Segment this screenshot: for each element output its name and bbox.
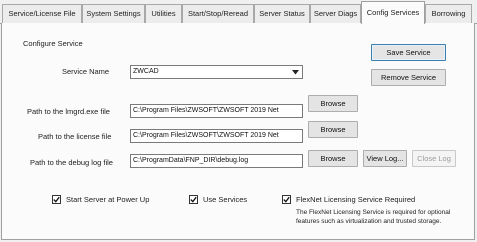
license-path-field[interactable]: C:\Program Files\ZWSOFT\ZWSOFT 2019 Net: [130, 129, 303, 143]
service-name-value: ZWCAD: [133, 68, 159, 75]
section-title: Configure Service: [23, 39, 83, 48]
flexnet-required-checkbox[interactable]: [282, 195, 291, 204]
tab-server-status[interactable]: Server Status: [254, 4, 310, 23]
config-services-panel: Configure Service Service Name ZWCAD Sav…: [1, 23, 475, 240]
tab-system-settings[interactable]: System Settings: [82, 4, 145, 23]
use-services-checkbox[interactable]: [189, 195, 198, 204]
tab-start-stop-reread[interactable]: Start/Stop/Reread: [182, 4, 254, 23]
flexnet-required-label[interactable]: FlexNet Licensing Service Required: [296, 195, 415, 204]
chevron-down-icon[interactable]: [289, 66, 302, 78]
flexnet-note: The FlexNet Licensing Service is require…: [296, 209, 451, 225]
debug-log-path-field[interactable]: C:\ProgramData\FNP_DIR\debug.log: [130, 154, 303, 168]
view-log-button[interactable]: View Log...: [363, 150, 407, 167]
lmgrd-path-field[interactable]: C:\Program Files\ZWSOFT\ZWSOFT 2019 Net: [130, 104, 303, 118]
tab-config-services[interactable]: Config Services: [361, 1, 425, 24]
service-name-label: Service Name: [62, 67, 110, 76]
tab-borrowing[interactable]: Borrowing: [425, 4, 472, 23]
use-services-label[interactable]: Use Services: [203, 195, 247, 204]
browse-debug-log-button[interactable]: Browse: [308, 150, 358, 167]
tab-server-diags[interactable]: Server Diags: [310, 4, 361, 23]
start-server-checkbox[interactable]: [52, 195, 61, 204]
start-server-label[interactable]: Start Server at Power Up: [66, 195, 149, 204]
remove-service-button[interactable]: Remove Service: [371, 69, 446, 86]
checkmark-icon: [190, 196, 197, 203]
service-name-select[interactable]: ZWCAD: [130, 65, 303, 79]
browse-lmgrd-button[interactable]: Browse: [308, 95, 358, 112]
tab-strip: Service/License File System Settings Uti…: [0, 0, 477, 24]
close-log-button[interactable]: Close Log: [412, 150, 456, 167]
tab-utilities[interactable]: Utilities: [145, 4, 182, 23]
browse-license-button[interactable]: Browse: [308, 121, 358, 138]
license-path-label: Path to the license file: [38, 132, 112, 141]
lmgrd-path-label: Path to the lmgrd.exe file: [27, 107, 110, 116]
save-service-button[interactable]: Save Service: [371, 44, 446, 61]
checkmark-icon: [53, 196, 60, 203]
tab-service-license-file[interactable]: Service/License File: [2, 4, 82, 23]
debug-log-path-label: Path to the debug log file: [30, 158, 113, 167]
checkmark-icon: [283, 196, 290, 203]
